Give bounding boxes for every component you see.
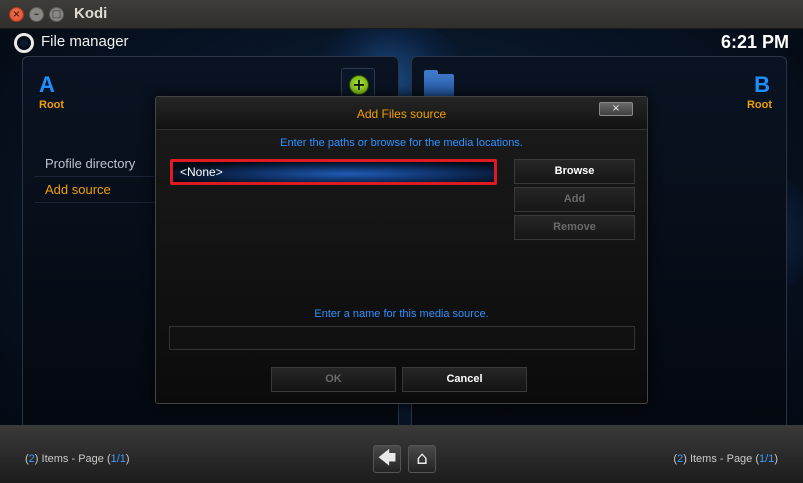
dialog-header: Add Files source × — [156, 97, 647, 130]
right-item-count: 2 — [677, 453, 684, 465]
window-close-button[interactable]: × — [9, 7, 24, 22]
left-items-text: Items - Page — [41, 453, 104, 465]
file-manager-icon — [14, 33, 34, 53]
window-title: Kodi — [74, 5, 108, 22]
home-icon[interactable]: ⌂ — [408, 445, 436, 473]
list-item-add-source[interactable]: Add source — [35, 177, 175, 203]
source-name-input[interactable] — [169, 326, 635, 350]
clock: 6:21 PM — [720, 32, 789, 52]
name-hint: Enter a name for this media source. — [314, 308, 489, 320]
cancel-button[interactable]: Cancel — [402, 367, 527, 392]
plus-icon: + — [349, 75, 369, 95]
remove-button[interactable]: Remove — [514, 215, 635, 240]
window-minimize-button[interactable]: – — [29, 7, 44, 22]
list-item-profile-directory[interactable]: Profile directory — [35, 151, 175, 177]
path-value: <None> — [180, 165, 223, 179]
window-maximize-button[interactable]: □ — [49, 7, 64, 22]
left-panel-location: Root — [39, 99, 65, 111]
right-panel-location: Root — [746, 99, 772, 111]
footer: (2) Items - Page (1/1) 🡄 ⌂ (2) Items - P… — [0, 425, 803, 483]
back-arrow-icon[interactable]: 🡄 — [373, 445, 401, 473]
left-page-number: 1/1 — [110, 453, 126, 465]
path-list-item[interactable]: <None> — [170, 159, 497, 185]
paths-hint: Enter the paths or browse for the media … — [280, 137, 523, 149]
right-page-number: 1/1 — [759, 453, 775, 465]
page-title: File manager — [41, 33, 129, 50]
left-item-count: 2 — [28, 453, 35, 465]
ok-button[interactable]: OK — [271, 367, 396, 392]
left-panel-letter: A — [39, 72, 55, 97]
dialog-title: Add Files source — [356, 107, 447, 121]
right-items-text: Items - Page — [689, 453, 753, 465]
right-page-info: (2) Items - Page (1/1) — [673, 453, 778, 465]
dialog-close-button[interactable]: × — [599, 102, 633, 116]
window-titlebar: × – □ Kodi — [0, 0, 803, 29]
add-source-dialog: Add Files source × Enter the paths or br… — [155, 96, 648, 404]
browse-button[interactable]: Browse — [514, 159, 635, 184]
add-button[interactable]: Add — [514, 187, 635, 212]
right-panel-letter: B — [754, 72, 770, 97]
left-page-info: (2) Items - Page (1/1) — [25, 453, 130, 465]
